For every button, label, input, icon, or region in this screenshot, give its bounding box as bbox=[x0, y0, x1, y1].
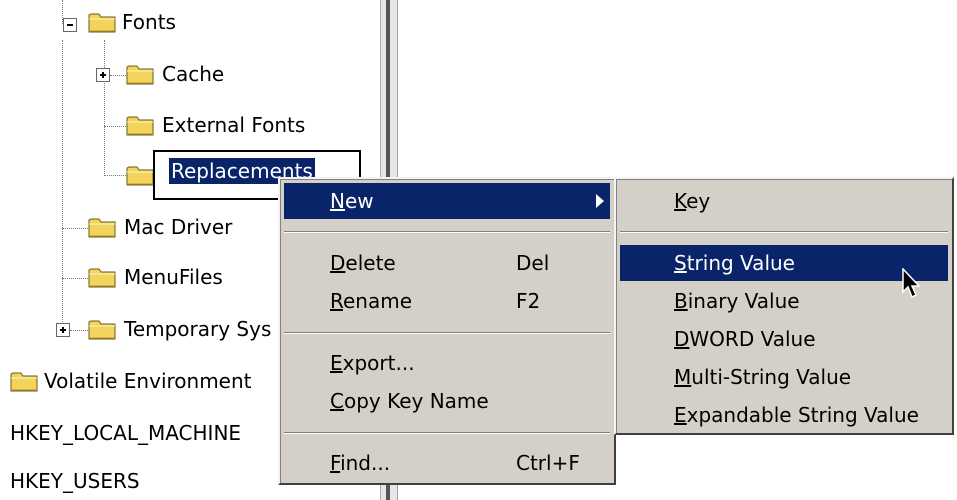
menu-separator bbox=[284, 332, 610, 334]
folder-icon bbox=[88, 216, 116, 238]
folder-icon bbox=[126, 63, 154, 85]
tree-item-menufiles[interactable]: MenuFiles bbox=[124, 262, 223, 292]
shortcut-delete: Del bbox=[516, 251, 550, 275]
collapse-toggle-fonts[interactable] bbox=[63, 18, 77, 32]
folder-icon bbox=[88, 11, 116, 33]
menu-item-export[interactable]: Export... bbox=[284, 345, 610, 381]
tree-item-external-fonts[interactable]: External Fonts bbox=[162, 110, 305, 140]
tree-item-temporary-sys[interactable]: Temporary Sys bbox=[124, 314, 271, 344]
menu-item-new[interactable]: New bbox=[284, 183, 610, 219]
expand-toggle-cache[interactable] bbox=[96, 68, 110, 82]
submenu-item-multi-string-value[interactable]: Multi-String Value bbox=[620, 359, 948, 395]
menu-item-copy-key-name[interactable]: Copy Key Name bbox=[284, 383, 610, 419]
tree-item-fonts[interactable]: Fonts bbox=[122, 7, 176, 37]
expand-toggle-temporary[interactable] bbox=[56, 323, 70, 337]
submenu-item-key[interactable]: Key bbox=[620, 183, 948, 219]
submenu-item-string-value[interactable]: String Value bbox=[620, 245, 948, 281]
folder-icon bbox=[126, 114, 154, 136]
menu-separator bbox=[284, 231, 610, 233]
submenu-item-binary-value[interactable]: Binary Value bbox=[620, 283, 948, 319]
submenu-item-dword-value[interactable]: DWORD Value bbox=[620, 321, 948, 357]
tree-item-cache[interactable]: Cache bbox=[162, 59, 224, 89]
shortcut-find: Ctrl+F bbox=[516, 451, 580, 475]
submenu-arrow-icon bbox=[596, 194, 604, 208]
folder-icon bbox=[10, 370, 38, 392]
menu-separator bbox=[620, 231, 948, 233]
submenu-item-expandable-string-value[interactable]: Expandable String Value bbox=[620, 397, 948, 433]
context-menu: New Delete Del Rename F2 Export... Copy … bbox=[278, 177, 616, 485]
tree-item-volatile-environment[interactable]: Volatile Environment bbox=[44, 366, 252, 396]
folder-icon bbox=[88, 318, 116, 340]
tree-item-hklm[interactable]: HKEY_LOCAL_MACHINE bbox=[10, 418, 241, 448]
menu-item-delete[interactable]: Delete Del bbox=[284, 245, 610, 281]
tree-item-hku[interactable]: HKEY_USERS bbox=[10, 466, 140, 496]
menu-item-find[interactable]: Find... Ctrl+F bbox=[284, 445, 610, 481]
folder-icon bbox=[88, 266, 116, 288]
folder-icon bbox=[126, 164, 154, 186]
shortcut-rename: F2 bbox=[516, 289, 541, 313]
menu-separator bbox=[284, 432, 610, 434]
menu-item-rename[interactable]: Rename F2 bbox=[284, 283, 610, 319]
new-submenu: Key String Value Binary Value DWORD Valu… bbox=[614, 177, 954, 435]
mouse-cursor-icon bbox=[902, 268, 921, 299]
tree-item-mac-driver[interactable]: Mac Driver bbox=[124, 212, 232, 242]
